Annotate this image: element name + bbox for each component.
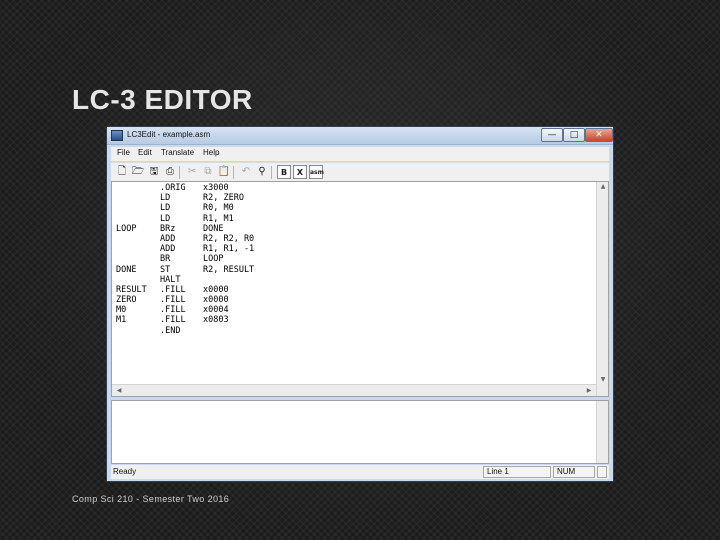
code-operands: x0004 [203,305,229,316]
code-label: ZERO [116,295,137,306]
code-operands: R0, M0 [203,203,234,214]
code-opcode: LD [160,213,171,224]
output-vertical-scrollbar[interactable] [596,401,608,463]
close-button[interactable]: ✕ [585,128,613,142]
save-icon[interactable]: 🖫 [147,165,161,179]
status-bar: Ready Line 1 NUM [111,465,609,479]
code-opcode: .FILL [160,295,186,306]
code-opcode: LD [160,193,171,204]
code-opcode: .END [160,325,181,336]
undo-icon[interactable]: ↶ [239,165,253,179]
app-icon [111,130,123,141]
find-icon[interactable]: ⚲ [255,165,269,179]
toolbar-separator [271,166,272,179]
status-line: Line 1 [483,466,551,478]
code-opcode: .ORIG [160,183,186,193]
scroll-up-icon[interactable]: ▲ [597,183,609,190]
code-editor[interactable]: .ORIG x3000 LD R2, ZERO LD R0, M0 LD R1, M1 LOOP… [111,181,609,397]
toolbar-separator [233,166,234,179]
code-opcode: ADD [160,244,176,255]
convert-icon[interactable]: X [293,165,307,179]
code-operands: R2, ZERO [203,193,244,204]
code-operands: R2, RESULT [203,264,255,275]
menu-bar: File Edit Translate Help [111,147,609,161]
code-operands: x0000 [203,295,229,306]
code-operands: DONE [203,223,224,234]
copy-icon[interactable]: ⧉ [201,165,215,179]
cut-icon[interactable]: ✂ [185,165,199,179]
maximize-button[interactable]: □ [563,128,585,142]
toolbar-separator [179,166,180,179]
print-icon[interactable]: ⎙ [163,165,177,179]
code-label: LOOP [116,223,137,234]
code-opcode: .FILL [160,315,186,326]
code-operands: R1, M1 [203,213,234,224]
scroll-right-icon[interactable]: ▶ [583,387,595,394]
code-label: M0 [116,305,127,316]
code-operands: x3000 [203,183,229,193]
code-operands: R1, R1, -1 [203,244,255,255]
code-label: M1 [116,315,127,326]
window-title: LC3Edit - example.asm [127,130,211,139]
vertical-scrollbar[interactable]: ▲ ▼ [596,182,608,396]
code-label: RESULT [116,284,147,295]
minimize-button[interactable]: — [541,128,563,142]
open-folder-icon[interactable]: 🗁 [131,165,145,179]
code-opcode: ADD [160,233,176,244]
menu-translate[interactable]: Translate [161,148,194,157]
slide-footer: Comp Sci 210 - Semester Two 2016 [72,494,230,504]
code-opcode: BR [160,254,171,265]
code-opcode: HALT [160,274,181,285]
paste-icon[interactable]: 📋 [217,165,231,179]
code-operands: x0000 [203,284,229,295]
code-operands: x0803 [203,315,229,326]
code-operands: LOOP [203,254,224,265]
translate-icon[interactable]: asm [309,165,324,179]
scroll-down-icon[interactable]: ▼ [597,376,609,383]
menu-edit[interactable]: Edit [138,148,152,157]
code-operands: R2, R2, R0 [203,233,255,244]
code-opcode: .FILL [160,305,186,316]
status-text: Ready [113,467,137,476]
code-opcode: ST [160,264,171,275]
assemble-icon[interactable]: B [277,165,291,179]
code-opcode: BRz [160,223,176,234]
status-empty-cell [597,466,607,478]
scroll-left-icon[interactable]: ◀ [113,387,125,394]
slide-title: LC-3 EDITOR [72,84,253,115]
horizontal-scrollbar[interactable]: ◀ ▶ [112,384,596,396]
lc3edit-window: LC3Edit - example.asm — □ ✕ File Edit Tr… [106,126,614,482]
title-bar[interactable]: LC3Edit - example.asm — □ ✕ [107,127,613,145]
code-label: DONE [116,264,137,275]
menu-file[interactable]: File [117,148,130,157]
menu-help[interactable]: Help [203,148,219,157]
new-file-icon[interactable]: 🗋 [115,165,129,179]
status-num: NUM [553,466,595,478]
code-opcode: LD [160,203,171,214]
toolbar: 🗋 🗁 🖫 ⎙ ✂ ⧉ 📋 ↶ ⚲ B X asm [111,162,609,181]
output-pane[interactable] [111,400,609,464]
code-opcode: .FILL [160,284,186,295]
